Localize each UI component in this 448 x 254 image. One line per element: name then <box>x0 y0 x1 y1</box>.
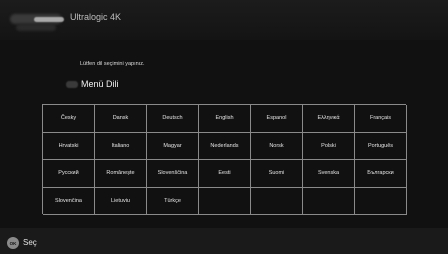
language-option[interactable]: Български <box>355 160 407 188</box>
empty-cell <box>251 187 303 215</box>
language-option[interactable]: Slovenčina <box>43 187 95 215</box>
language-option[interactable]: Русский <box>43 160 95 188</box>
select-hint-label: Seç <box>23 238 37 247</box>
section-header: Menü Dili <box>66 79 119 89</box>
language-option[interactable]: Lietuviu <box>95 187 147 215</box>
language-option[interactable]: Italiano <box>95 132 147 160</box>
language-option[interactable]: Slovenščina <box>147 160 199 188</box>
empty-cell <box>303 187 355 215</box>
language-option[interactable]: Espanol <box>251 105 303 133</box>
language-option[interactable]: Nederlands <box>199 132 251 160</box>
language-option[interactable]: Türkçe <box>147 187 199 215</box>
language-option[interactable]: Português <box>355 132 407 160</box>
empty-cell <box>355 187 407 215</box>
language-option[interactable]: Românește <box>95 160 147 188</box>
brand-logo-icon <box>10 10 68 34</box>
language-option[interactable]: Ελληνικά <box>303 105 355 133</box>
language-option[interactable]: Dansk <box>95 105 147 133</box>
language-option[interactable]: Eesti <box>199 160 251 188</box>
empty-cell <box>199 187 251 215</box>
language-option[interactable]: Svenska <box>303 160 355 188</box>
language-option[interactable]: Hrvatski <box>43 132 95 160</box>
language-option[interactable]: Norsk <box>251 132 303 160</box>
instruction-text: Lütfen dil seçimini yapınız. <box>80 61 145 67</box>
language-option[interactable]: Polski <box>303 132 355 160</box>
section-title: Menü Dili <box>81 79 119 89</box>
language-option[interactable]: Deutsch <box>147 105 199 133</box>
language-option[interactable]: Suomi <box>251 160 303 188</box>
footer-bar <box>0 228 448 254</box>
language-option[interactable]: Français <box>355 105 407 133</box>
ok-button-icon[interactable]: OK <box>7 237 19 249</box>
language-grid: Česky Dansk Deutsch English Espanol Ελλη… <box>42 104 407 215</box>
language-option[interactable]: Magyar <box>147 132 199 160</box>
menu-icon <box>66 80 78 88</box>
language-option[interactable]: Česky <box>43 105 95 133</box>
language-option[interactable]: English <box>199 105 251 133</box>
page-title: Ultralogic 4K <box>70 12 122 22</box>
